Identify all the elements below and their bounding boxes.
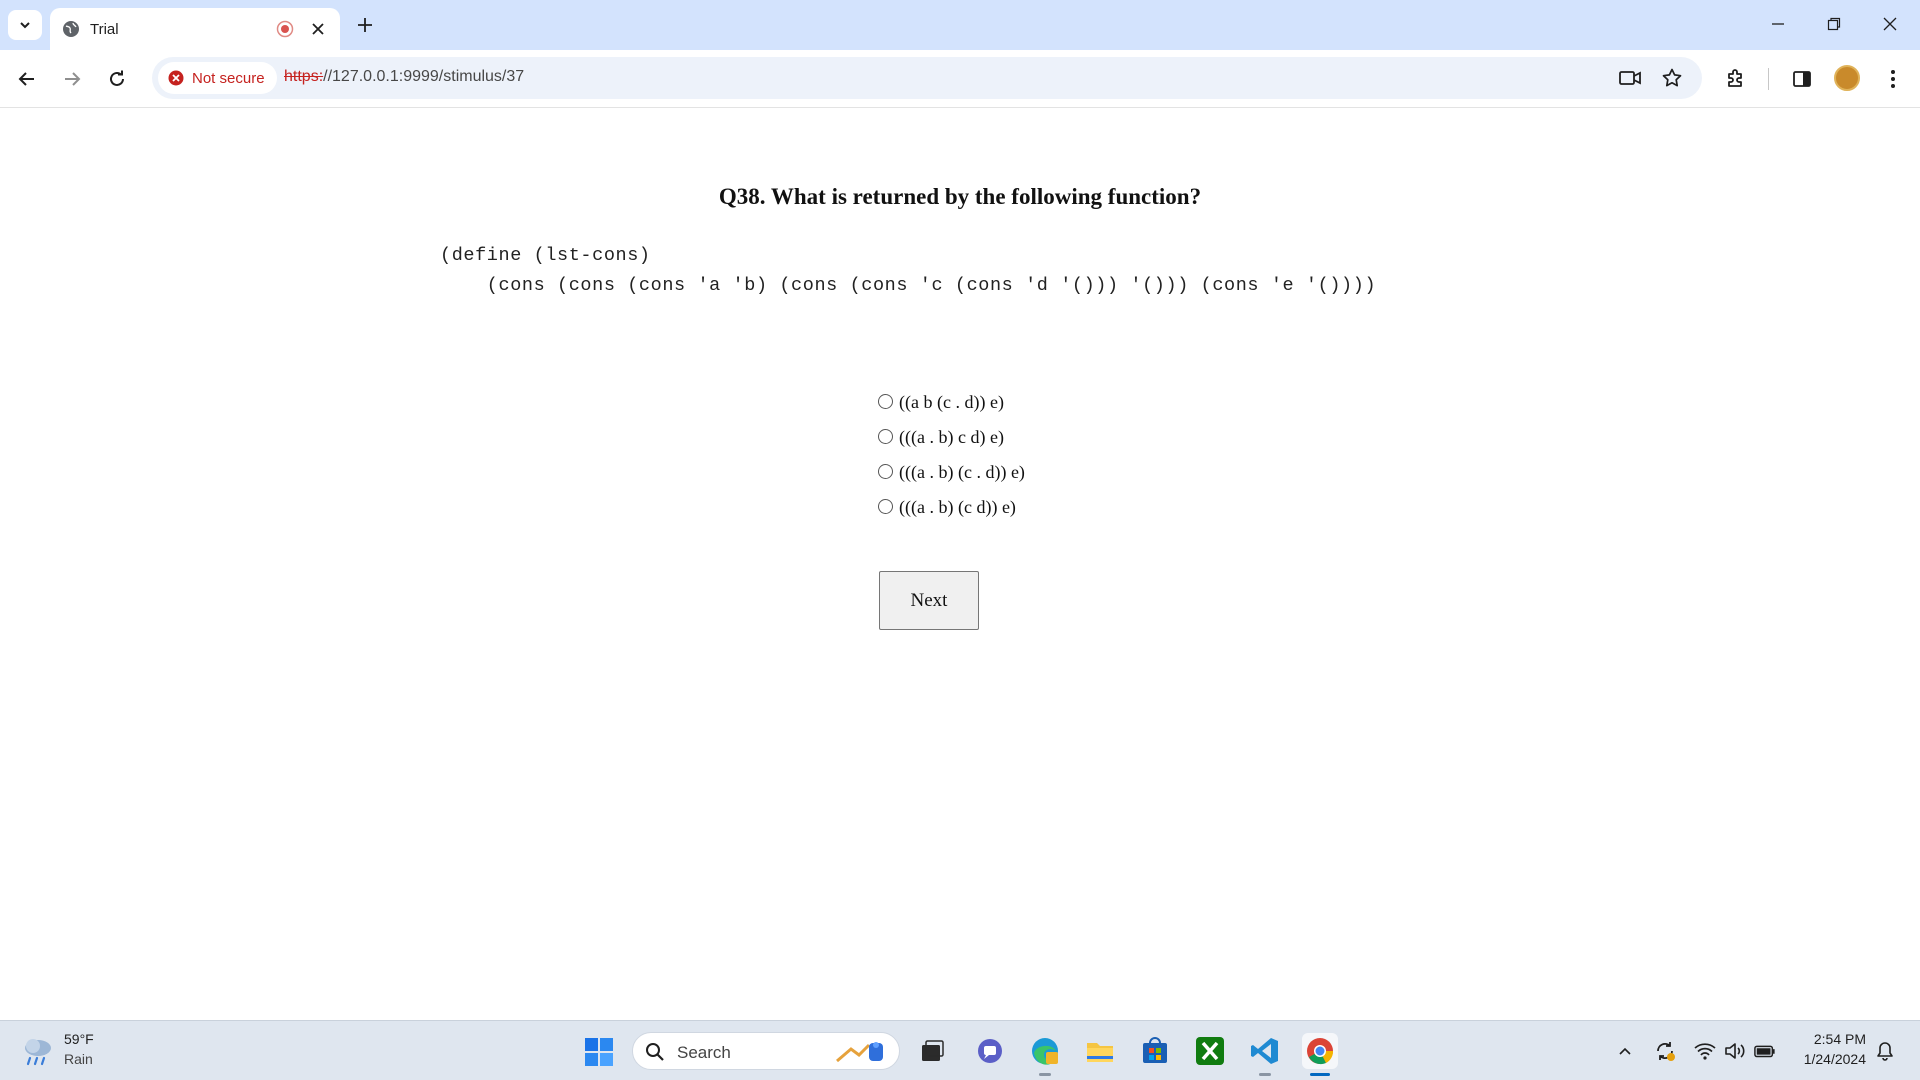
weather-temperature: 59°F — [64, 1031, 94, 1047]
chevron-down-icon — [20, 22, 30, 29]
toolbar-separator — [1768, 68, 1769, 90]
code-line-2: (cons (cons (cons 'a 'b) (cons (cons 'c … — [440, 275, 1377, 296]
plus-icon — [358, 18, 372, 32]
app-running-indicator — [1259, 1073, 1271, 1076]
arrow-right-icon — [65, 72, 81, 86]
menu-icon[interactable] — [1879, 65, 1907, 93]
security-label: Not secure — [192, 69, 265, 87]
answer-option-2[interactable]: (((a . b) c d) e) — [878, 420, 1025, 455]
forward-button[interactable] — [56, 63, 88, 95]
weather-rain-icon[interactable] — [20, 1034, 56, 1068]
next-button[interactable]: Next — [879, 571, 979, 630]
tab-search-button[interactable] — [8, 10, 42, 40]
code-block: (define (lst-cons) (cons (cons (cons 'a … — [440, 241, 1376, 301]
new-tab-button[interactable] — [352, 12, 378, 38]
url-path: //127.0.0.1:9999/stimulus/37 — [323, 68, 525, 85]
extensions-icon[interactable] — [1722, 65, 1750, 93]
edge-dev-icon[interactable] — [1027, 1033, 1063, 1076]
app-active-indicator — [1310, 1073, 1330, 1076]
battery-icon[interactable] — [1754, 1040, 1776, 1062]
taskbar-search[interactable]: Search — [632, 1032, 900, 1070]
tab-strip: Trial — [0, 0, 1920, 50]
option-label: (((a . b) (c d)) e) — [899, 497, 1016, 517]
file-explorer-icon[interactable] — [1082, 1033, 1118, 1069]
radio-button[interactable] — [878, 498, 893, 514]
globe-icon — [63, 21, 79, 37]
answer-options: ((a b (c . d)) e) (((a . b) c d) e) (((a… — [878, 385, 1025, 525]
microsoft-store-icon[interactable] — [1137, 1033, 1173, 1069]
notification-bell-icon[interactable] — [1874, 1040, 1896, 1062]
close-window-button[interactable] — [1870, 8, 1910, 40]
question-title: Q38. What is returned by the following f… — [718, 184, 1202, 209]
close-icon — [1883, 17, 1897, 31]
teams-chat-icon[interactable] — [972, 1033, 1008, 1069]
minimize-button[interactable] — [1758, 8, 1798, 40]
restore-button[interactable] — [1814, 8, 1854, 40]
restore-icon — [1827, 17, 1841, 31]
minimize-icon — [1772, 23, 1784, 25]
search-placeholder: Search — [677, 1043, 731, 1062]
bookmark-star-icon[interactable] — [1660, 66, 1684, 90]
back-button[interactable] — [11, 63, 43, 95]
volume-icon[interactable] — [1724, 1040, 1746, 1062]
chevron-up-icon[interactable] — [1614, 1040, 1636, 1062]
camera-icon[interactable] — [1618, 66, 1642, 90]
answer-option-4[interactable]: (((a . b) (c d)) e) — [878, 490, 1025, 525]
close-tab-icon[interactable] — [308, 19, 328, 39]
code-line-1: (define (lst-cons) — [440, 245, 651, 266]
option-label: ((a b (c . d)) e) — [899, 392, 1004, 412]
site-info-chip[interactable]: Not secure — [158, 62, 277, 94]
address-bar[interactable]: Not secure https://127.0.0.1:9999/stimul… — [152, 57, 1702, 99]
browser-tab[interactable]: Trial — [50, 8, 340, 50]
browser-toolbar: Not secure https://127.0.0.1:9999/stimul… — [0, 50, 1920, 108]
chrome-icon[interactable] — [1302, 1033, 1338, 1076]
taskbar: 59°F Rain Search 2:54 PM 1/24/2024 — [0, 1020, 1920, 1080]
wifi-icon[interactable] — [1694, 1040, 1716, 1062]
answer-option-1[interactable]: ((a b (c . d)) e) — [878, 385, 1025, 420]
option-label: (((a . b) (c . d)) e) — [899, 462, 1025, 482]
radio-button[interactable] — [878, 428, 893, 444]
clock-date[interactable]: 1/24/2024 — [1804, 1051, 1866, 1067]
url-scheme: https: — [284, 68, 324, 85]
url-text[interactable]: https://127.0.0.1:9999/stimulus/37 — [284, 68, 524, 86]
radio-button[interactable] — [878, 463, 893, 479]
option-label: (((a . b) c d) e) — [899, 427, 1004, 447]
reload-icon — [110, 70, 124, 86]
side-panel-icon[interactable] — [1788, 65, 1816, 93]
search-icon — [646, 1043, 664, 1061]
profile-avatar[interactable] — [1834, 65, 1860, 91]
task-view-icon[interactable] — [914, 1033, 950, 1069]
radio-button[interactable] — [878, 393, 893, 409]
recording-indicator-icon — [276, 20, 294, 38]
arrow-left-icon — [18, 72, 34, 86]
app-running-indicator — [1039, 1073, 1051, 1076]
answer-option-3[interactable]: (((a . b) (c . d)) e) — [878, 455, 1025, 490]
weather-condition: Rain — [64, 1051, 93, 1067]
clock-time[interactable]: 2:54 PM — [1814, 1031, 1866, 1047]
vscode-icon[interactable] — [1247, 1033, 1283, 1076]
reload-button[interactable] — [101, 63, 133, 95]
not-secure-icon — [168, 70, 184, 86]
sync-icon[interactable] — [1654, 1040, 1676, 1062]
xbox-icon[interactable] — [1192, 1033, 1228, 1069]
page-content: Q38. What is returned by the following f… — [0, 109, 1920, 1020]
windows-start-icon[interactable] — [584, 1037, 614, 1067]
tab-title: Trial — [90, 20, 119, 38]
search-highlight-icon — [836, 1042, 883, 1063]
